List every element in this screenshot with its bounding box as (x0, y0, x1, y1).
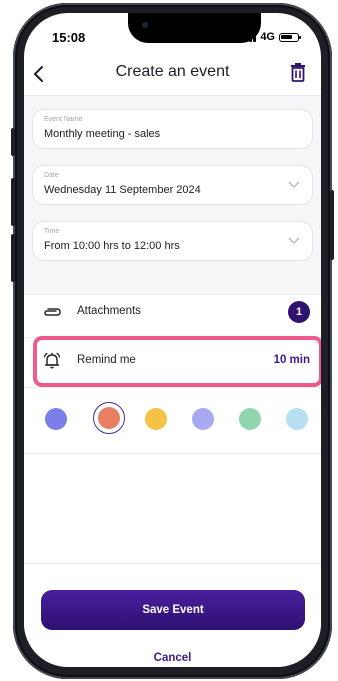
bottom-action-bar: Save Event Cancel (24, 563, 321, 667)
color-picker (24, 388, 321, 458)
page-title: Create an event (115, 63, 230, 80)
chevron-down-icon (288, 181, 300, 188)
save-event-button[interactable]: Save Event (41, 590, 305, 630)
status-indicators: 4G (241, 31, 301, 43)
color-swatch[interactable] (239, 408, 261, 430)
status-time: 15:08 (52, 30, 86, 45)
cancel-button[interactable]: Cancel (24, 652, 321, 664)
time-label: Time (44, 228, 60, 235)
attachments-row[interactable]: Attachments 1 (24, 289, 321, 337)
phone-power-button (330, 190, 334, 260)
divider (24, 453, 321, 454)
time-field[interactable]: Time From 10:00 hrs to 12:00 hrs (32, 221, 313, 261)
phone-volume-up (11, 178, 15, 226)
attachments-count-badge: 1 (288, 301, 310, 323)
header: Create an event (24, 57, 321, 91)
color-swatch[interactable] (192, 408, 214, 430)
date-value: Wednesday 11 September 2024 (44, 184, 201, 196)
date-label: Date (44, 172, 59, 179)
color-swatch[interactable] (286, 408, 308, 430)
signal-icon (241, 32, 257, 42)
remind-me-highlight (33, 336, 321, 387)
event-name-label: Event Name (44, 116, 83, 123)
trash-icon (291, 63, 305, 82)
app-screen: 15:08 4G Create an event Event Name Mont… (24, 13, 321, 667)
network-type: 4G (260, 31, 275, 43)
color-swatch[interactable] (45, 408, 67, 430)
delete-button[interactable] (289, 62, 307, 82)
attachments-label: Attachments (77, 305, 141, 317)
date-field[interactable]: Date Wednesday 11 September 2024 (32, 165, 313, 205)
chevron-down-icon (288, 237, 300, 244)
color-swatch[interactable] (145, 408, 167, 430)
event-name-value: Monthly meeting - sales (44, 128, 161, 140)
time-value: From 10:00 hrs to 12:00 hrs (44, 240, 180, 252)
color-swatch[interactable] (98, 407, 120, 429)
phone-side-button (11, 128, 15, 156)
paperclip-icon (44, 308, 61, 316)
event-name-field[interactable]: Event Name Monthly meeting - sales (32, 109, 313, 149)
camera-icon (142, 22, 148, 28)
event-form: Event Name Monthly meeting - sales Date … (24, 95, 321, 295)
phone-volume-down (11, 234, 15, 282)
battery-icon (279, 32, 301, 42)
